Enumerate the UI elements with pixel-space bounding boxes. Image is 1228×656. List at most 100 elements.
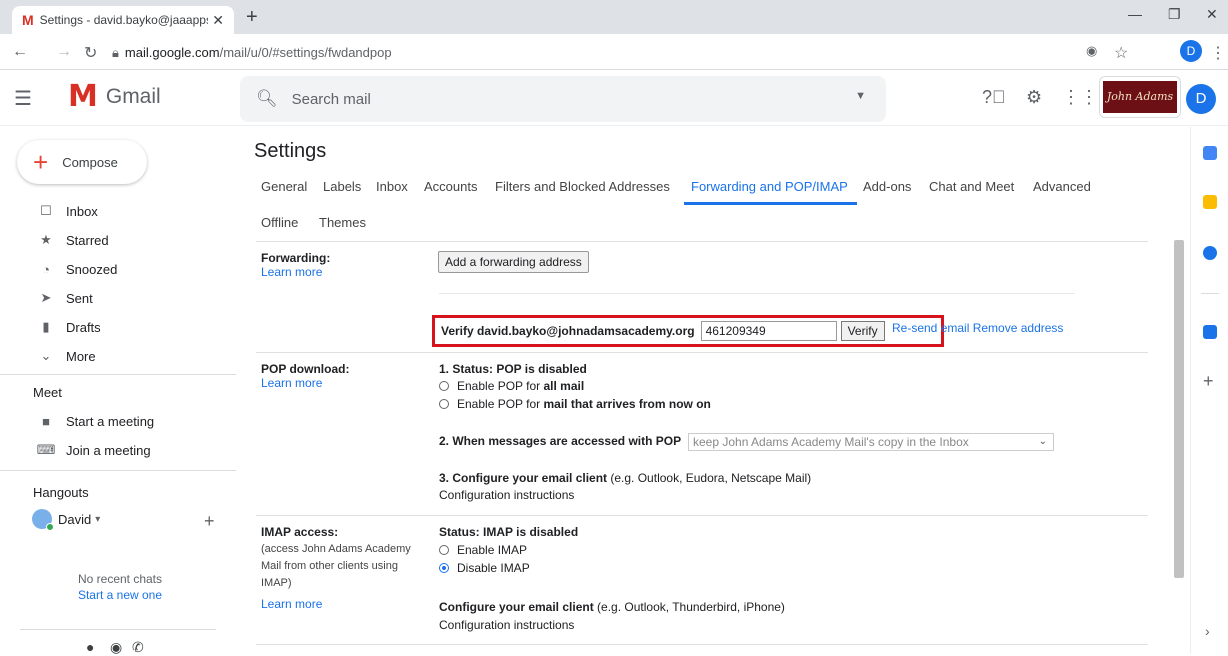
sidebar-item-label: Drafts [66,319,101,335]
page-title: Settings [254,140,327,162]
no-chats-text: No recent chats [77,572,163,586]
main-menu-icon[interactable]: ☰ [14,86,32,111]
sidebar-item-more[interactable]: ⌄ More [0,342,230,370]
new-conversation-icon[interactable]: + [204,511,215,532]
tab-filters[interactable]: Filters and Blocked Addresses [495,179,670,194]
settings-gear-icon[interactable]: ⚙ [1026,87,1042,108]
radio-pop-from-now[interactable] [439,398,449,409]
resend-email-link[interactable]: Re-send email [892,321,969,335]
account-avatar[interactable]: D [1186,84,1216,114]
hangouts-user[interactable]: David ▾ [32,509,100,531]
tasks-icon[interactable] [1203,246,1217,260]
imap-configure: Configure your email client (e.g. Outloo… [439,600,785,614]
browser-tab-strip: M Settings - david.bayko@jaaapps. ✕ + — … [0,0,1228,34]
sidebar-item-snoozed[interactable]: ◔ Snoozed [0,255,230,283]
tab-themes[interactable]: Themes [319,215,366,230]
apps-grid-icon[interactable]: ⋮⋮ [1062,87,1098,108]
tab-inbox[interactable]: Inbox [376,179,408,194]
sidebar-item-starred[interactable]: ★ Starred [0,226,230,254]
pop-configuration-instructions-link[interactable]: Configuration instructions [439,488,574,502]
minimize-icon[interactable]: — [1128,6,1142,22]
pop-option-from-now[interactable]: Enable POP for mail that arrives from no… [439,397,711,411]
compose-button[interactable]: + Compose [17,140,147,184]
remove-address-link[interactable]: Remove address [973,321,1064,335]
tab-advanced[interactable]: Advanced [1033,179,1091,194]
sidebar-item-sent[interactable]: ➤ Sent [0,284,230,312]
tab-addons[interactable]: Add-ons [863,179,911,194]
sidebar-item-label: Snoozed [66,261,118,277]
pop-access-select[interactable]: keep John Adams Academy Mail's copy in t… [688,433,1054,451]
forwarding-learn-more-link[interactable]: Learn more [261,265,330,279]
radio-enable-imap[interactable] [439,544,449,555]
tab-offline[interactable]: Offline [261,215,298,230]
no-chats-message: No recent chats Start a new one [60,571,180,603]
calendar-icon[interactable] [1203,146,1217,160]
restore-icon[interactable]: ❐ [1168,6,1181,23]
close-window-icon[interactable]: ✕ [1206,6,1218,23]
forwarding-actions: Re-send email Remove address [892,321,1063,335]
imap-status: Status: IMAP is disabled [439,525,579,539]
search-input[interactable]: 🔍︎ Search mail ▼ [240,76,886,122]
hangouts-user-name: David [58,511,92,527]
browser-menu-icon[interactable]: ⋮ [1210,43,1226,63]
add-forwarding-address-button[interactable]: Add a forwarding address [438,251,589,273]
chevron-right-icon[interactable]: › [1205,623,1210,639]
add-on-plus-icon[interactable]: + [1203,371,1214,392]
reload-icon[interactable]: ↻ [84,43,97,63]
sidebar-item-inbox[interactable]: ☐ Inbox [0,197,230,225]
sidebar-item-drafts[interactable]: ▮ Drafts [0,313,230,341]
new-tab-icon[interactable]: + [246,6,258,29]
imap-configuration-instructions-link[interactable]: Configuration instructions [439,618,574,632]
back-icon[interactable]: ← [12,43,28,61]
meet-item-label: Start a meeting [66,413,155,429]
side-panel: + › [1190,127,1228,654]
star-icon: ★ [40,232,52,247]
chat-bubble-icon[interactable]: ◉ [110,639,122,656]
verification-code-input[interactable]: 461209349 [700,321,837,341]
sidebar-item-label: More [66,348,96,364]
join-meeting-item[interactable]: ⌨ Join a meeting [0,436,230,464]
tab-labels[interactable]: Labels [323,179,361,194]
draft-icon: ▮ [42,319,50,334]
gmail-logo[interactable]: M Gmail [68,82,161,112]
gmail-header: ☰ M Gmail 🔍︎ Search mail ▼ ?⃝ ⚙ ⋮⋮ John … [0,70,1228,126]
inbox-icon: ☐ [40,203,52,218]
imap-option-disable[interactable]: Disable IMAP [439,561,530,575]
imap-option-enable[interactable]: Enable IMAP [439,543,527,557]
scrollbar[interactable] [1174,240,1184,578]
imap-learn-more-link[interactable]: Learn more [261,597,322,611]
left-sidebar: + Compose ☐ Inbox ★ Starred ◔ Snoozed ➤ Sent… [0,127,236,656]
imap-desc-line: Mail from other clients using [261,560,398,572]
pop-option-all-mail[interactable]: Enable POP for all mail [439,379,584,393]
imap-description: (access John Adams Academy Mail from oth… [261,541,411,592]
keep-icon[interactable] [1203,195,1217,209]
pop-learn-more-link[interactable]: Learn more [261,376,349,390]
close-tab-icon[interactable]: ✕ [212,12,224,29]
verify-forwarding-box: Verify david.bayko@johnadamsacademy.org … [432,315,944,347]
eye-extension-icon[interactable]: ◉ [1086,43,1097,59]
verify-button[interactable]: Verify [840,321,885,341]
tab-chat-meet[interactable]: Chat and Meet [929,179,1014,194]
online-status-dot [46,523,54,531]
search-options-icon[interactable]: ▼ [855,90,866,102]
help-icon[interactable]: ?⃝ [982,87,1006,108]
start-new-chat-link[interactable]: Start a new one [60,587,180,603]
radio-disable-imap[interactable] [439,562,449,573]
forward-icon[interactable]: → [56,43,72,61]
browser-tab[interactable]: M Settings - david.bayko@jaaapps. ✕ [12,6,234,34]
zoom-icon[interactable] [1203,325,1217,339]
tab-forwarding[interactable]: Forwarding and POP/IMAP [691,179,848,194]
tab-general[interactable]: General [261,179,307,194]
search-icon[interactable]: 🔍︎ [256,89,278,109]
organization-logo[interactable]: John Adams [1099,76,1181,118]
start-meeting-item[interactable]: ■ Start a meeting [0,407,230,435]
person-icon[interactable]: ● [86,639,94,655]
address-bar[interactable]: 🔒︎ mail.google.com/mail/u/0/#settings/fwd… [112,45,392,61]
bookmark-star-icon[interactable]: ☆ [1114,43,1128,63]
pop-access-select-value: keep John Adams Academy Mail's copy in t… [693,435,969,449]
compose-plus-icon: + [33,147,49,177]
phone-icon[interactable]: ✆ [132,639,144,656]
radio-pop-all-mail[interactable] [439,380,449,391]
tab-accounts[interactable]: Accounts [424,179,477,194]
browser-profile-avatar[interactable]: D [1180,40,1202,62]
